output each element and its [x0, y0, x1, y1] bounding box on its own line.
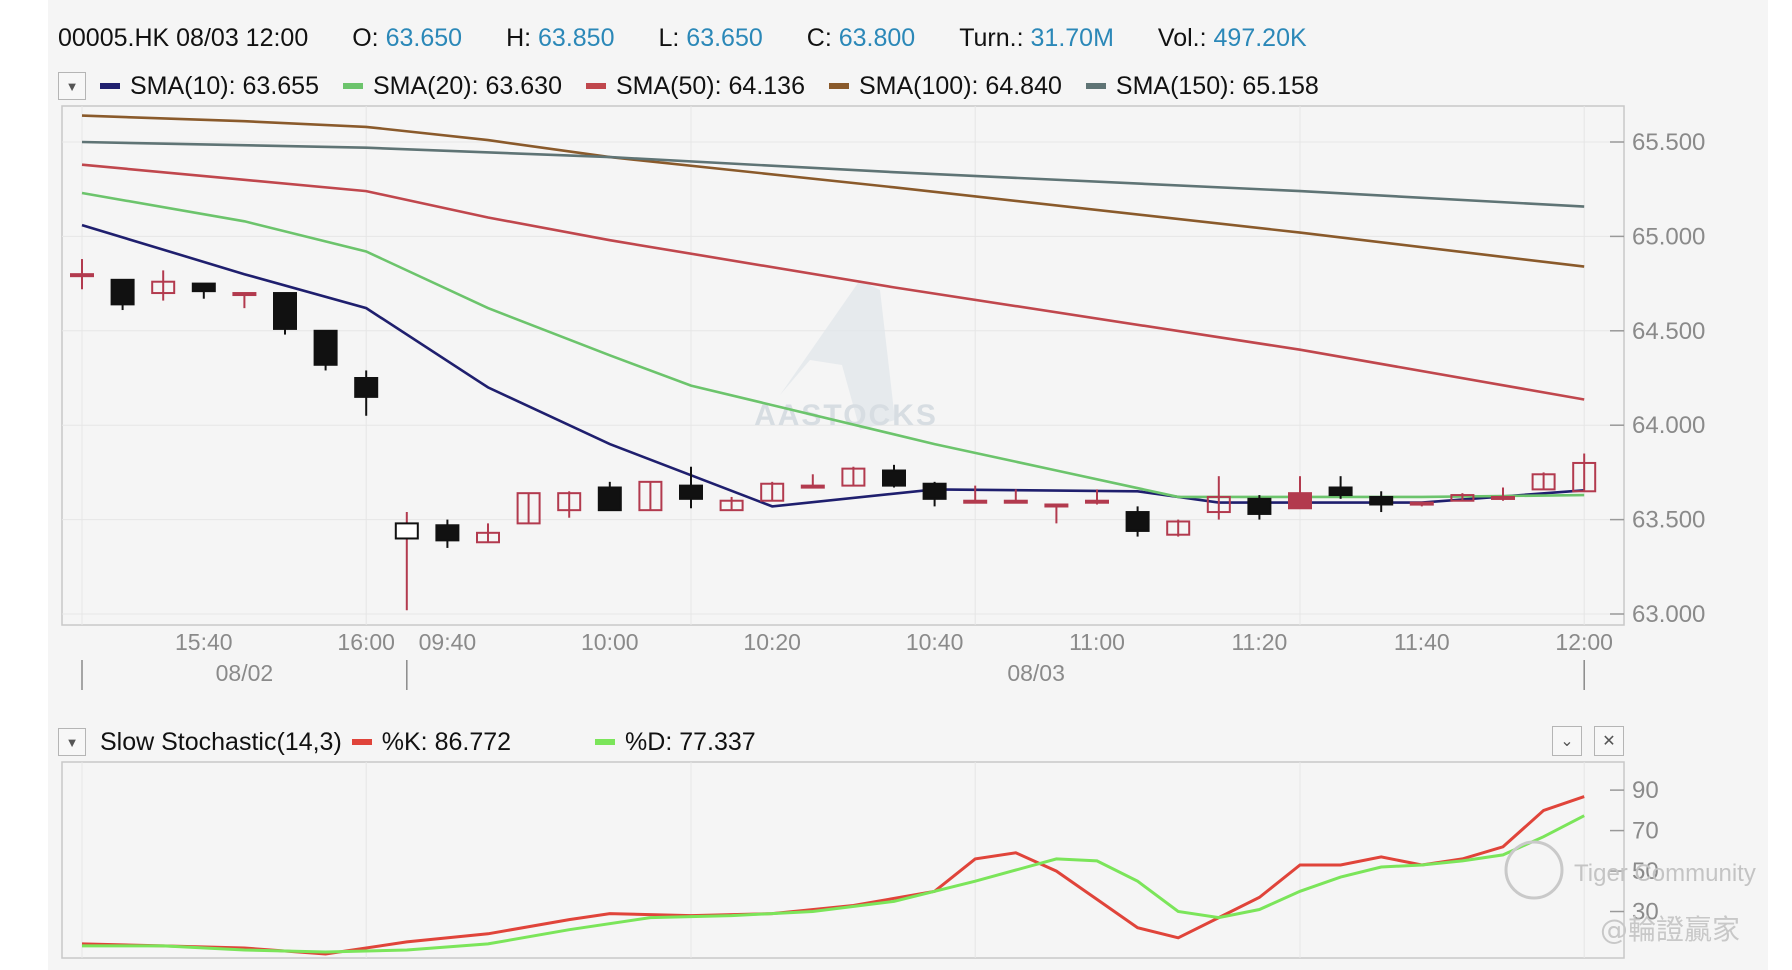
date-label: 08/02	[216, 660, 274, 686]
candle-body	[1409, 501, 1434, 506]
x-tick-label: 10:00	[581, 629, 639, 655]
candle-body	[882, 469, 906, 487]
y-tick-label: 63.500	[1632, 507, 1705, 534]
candle-body	[110, 278, 135, 306]
candle-body	[1491, 495, 1515, 500]
y-tick-label: 90	[1632, 777, 1659, 804]
candle-body	[435, 524, 460, 542]
y-tick-label: 63.000	[1632, 601, 1705, 628]
date-label: 08/03	[1007, 660, 1065, 686]
y-tick-label: 64.000	[1632, 412, 1705, 439]
candle-body	[1125, 511, 1150, 532]
x-tick-label: 11:20	[1231, 629, 1287, 655]
candle-body	[679, 484, 703, 500]
x-tick-label: 11:00	[1069, 629, 1125, 655]
candle-body	[70, 273, 94, 278]
aastocks-watermark: AASTOCKS	[754, 399, 938, 432]
candle-body	[597, 486, 622, 512]
x-tick-label: 10:20	[743, 629, 801, 655]
candle-body	[1247, 497, 1272, 515]
candle-body	[1085, 499, 1109, 504]
price-chart-svg: 65.500 65.000 64.500 64.000 63.500 63.000 15:4…	[61, 105, 1756, 959]
x-tick-label: 16:00	[337, 629, 395, 655]
y-tick-label: 65.500	[1632, 129, 1705, 156]
candle-body	[273, 292, 297, 330]
candle-body	[1044, 503, 1069, 508]
candle-body	[1003, 499, 1028, 504]
candle-body	[354, 377, 379, 398]
candle-body	[313, 329, 338, 366]
candle-body	[1328, 486, 1353, 497]
candle-body	[922, 482, 947, 500]
y-tick-label: 70	[1632, 818, 1659, 845]
x-tick-label: 12:00	[1555, 629, 1613, 655]
x-tick-label: 10:40	[906, 629, 964, 655]
candle-body	[1288, 492, 1312, 510]
x-tick-label: 09:40	[419, 629, 477, 655]
candle-body	[394, 522, 419, 540]
x-tick-label: 15:40	[175, 629, 233, 655]
candle-body	[1369, 495, 1394, 506]
candle-body	[963, 499, 988, 504]
candle-body	[191, 282, 216, 293]
x-tick-label: 11:40	[1394, 629, 1450, 655]
y-tick-label: 64.500	[1632, 318, 1705, 345]
y-tick-label: 65.000	[1632, 223, 1705, 250]
candle-body	[800, 484, 825, 489]
channel-watermark: @輪證贏家	[1600, 913, 1740, 946]
candle-body	[232, 292, 257, 297]
tiger-community-watermark: Tiger Community	[1574, 860, 1756, 887]
